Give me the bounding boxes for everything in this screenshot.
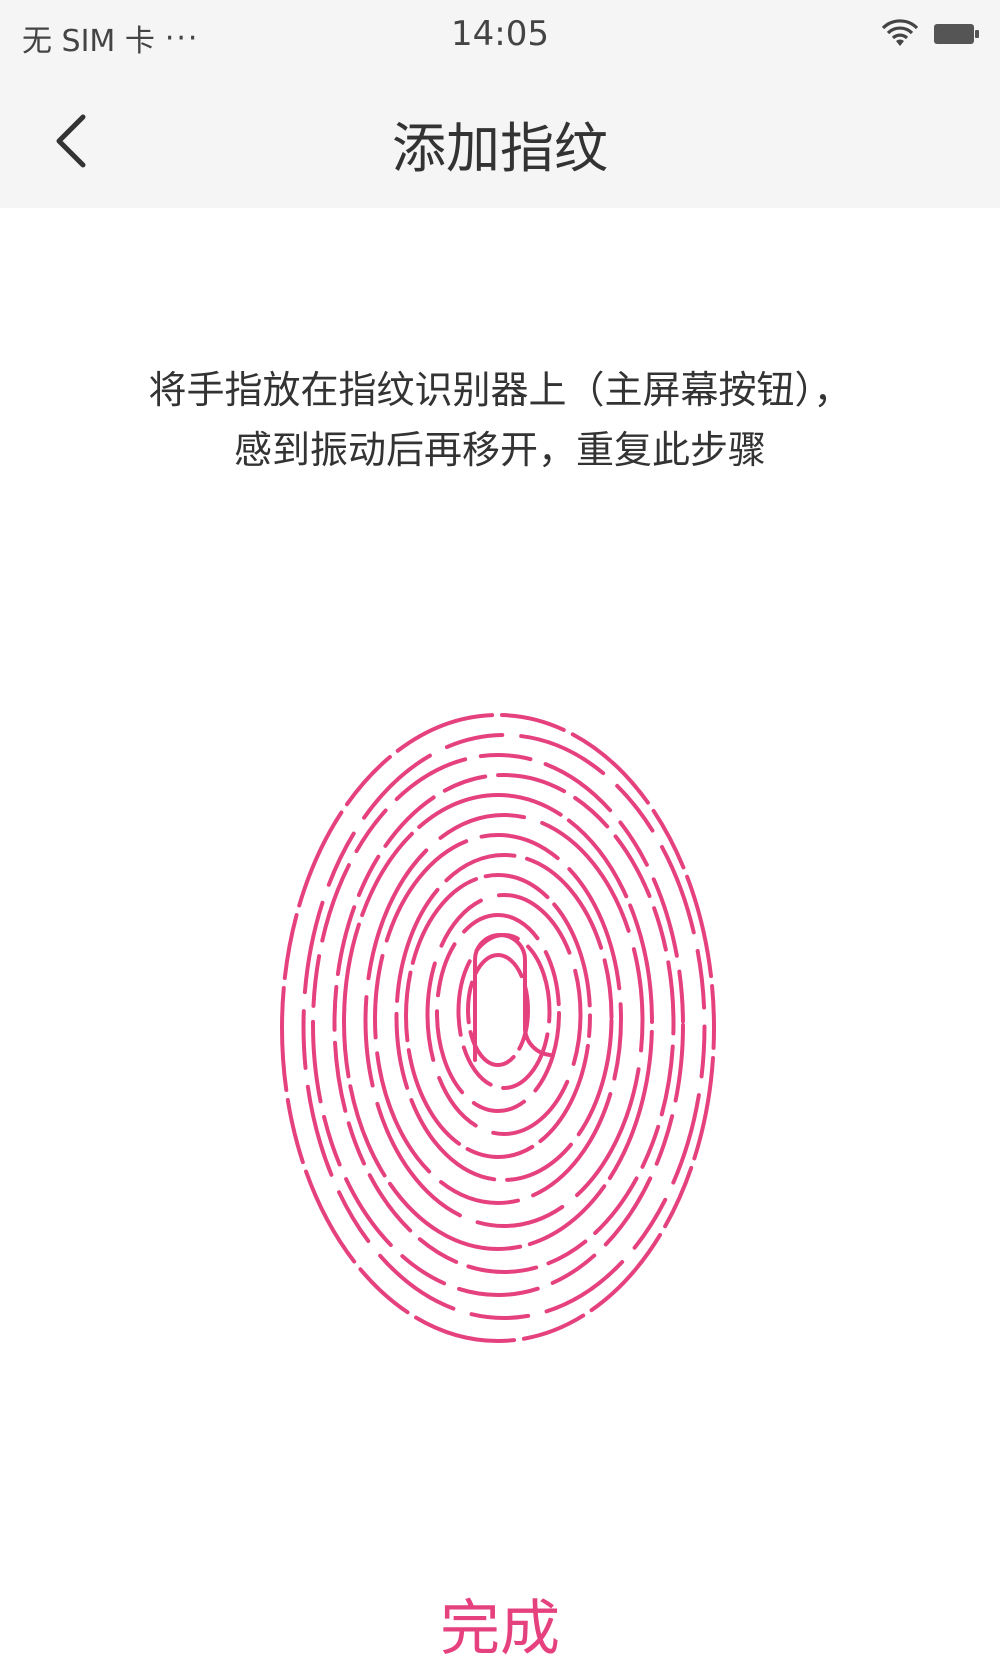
done-button[interactable]: 完成 [0,1580,1000,1658]
status-time: 14:05 [451,14,549,54]
fingerprint-ridge [404,873,592,1159]
instruction-line-1: 将手指放在指纹识别器上（主屏幕按钮）， [148,368,852,412]
page-title: 添加指纹 [392,117,608,180]
nav-bar: 添加指纹 [0,76,1000,208]
fingerprint-icon [270,690,730,1370]
instruction-text: 将手指放在指纹识别器上（主屏幕按钮）， 感到振动后再移开，重复此步骤 [60,360,940,480]
battery-icon [932,20,982,52]
status-right [880,18,982,54]
wifi-icon [880,18,920,54]
fingerprint-ridge [342,793,654,1251]
instruction-line-2: 感到振动后再移开，重复此步骤 [233,428,766,472]
fingerprint-ridge [435,913,561,1113]
status-bar: 无 SIM 卡 ··· 14:05 [0,0,1000,76]
fingerprint-ridge [373,833,623,1205]
fingerprint-core [473,933,552,1062]
add-fingerprint-screen: 无 SIM 卡 ··· 14:05 添加指纹 将手指放在指纹识别器上（主屏幕按钮… [0,0,1000,1658]
